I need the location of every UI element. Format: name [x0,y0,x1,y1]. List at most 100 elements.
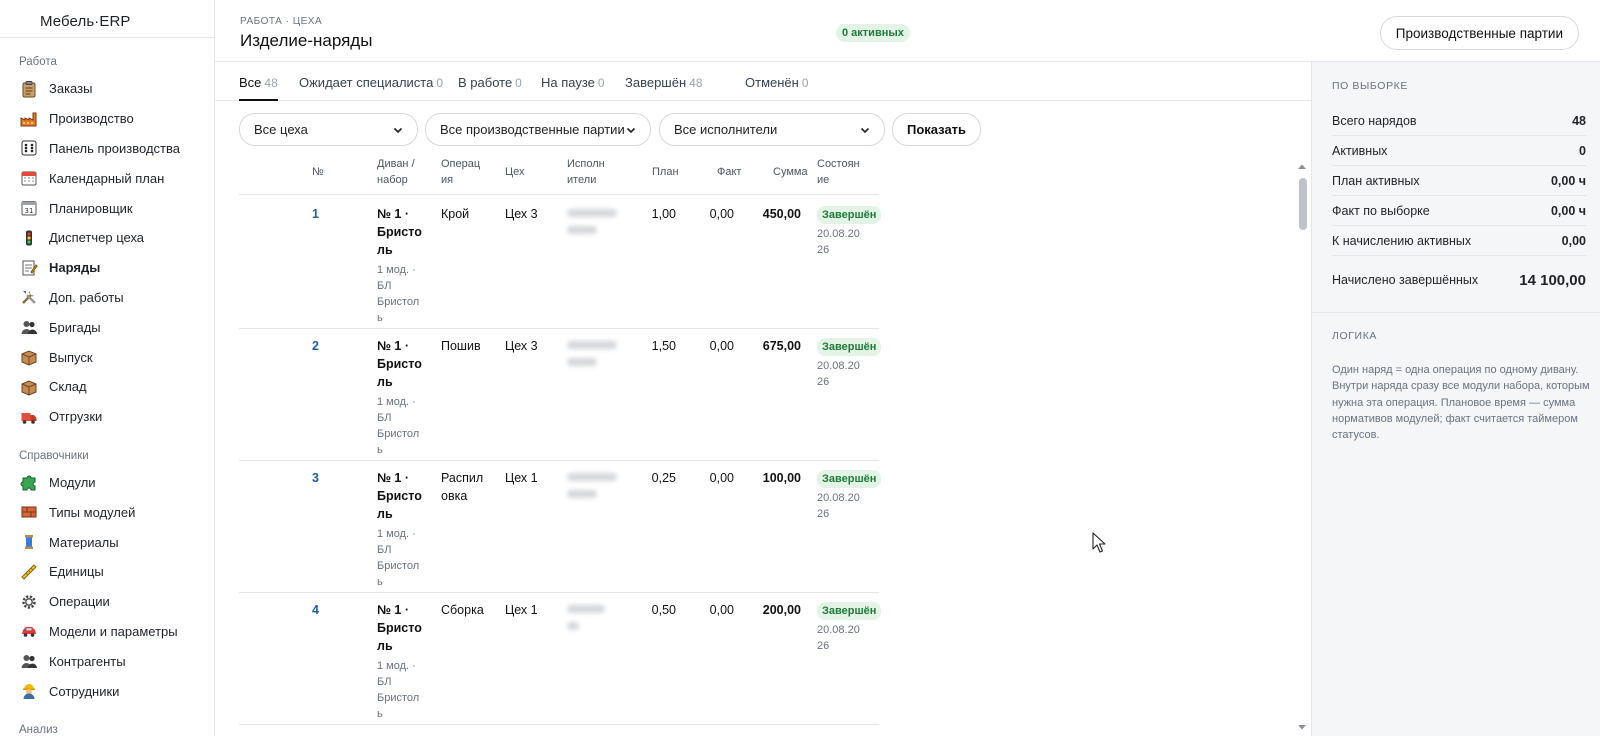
sidebar-item[interactable]: Диспетчер цеха [0,223,214,253]
sidebar-item[interactable]: 31 Планировщик [0,193,214,223]
chevron-down-icon [393,127,403,133]
sofa-cell: № 1 · Бристо ль 1 мод. · БЛ Бристол ь [377,205,427,326]
dice-grid-icon [21,140,37,156]
sidebar-item[interactable]: Панель производства [0,134,214,164]
executors-cell-blurred [567,337,629,375]
row-number-link[interactable]: 4 [312,601,319,619]
batch-filter-select[interactable]: Все производственные партии [425,113,651,146]
sidebar-item[interactable]: Календарный план [0,163,214,193]
shop-cell: Цех 3 [505,339,538,353]
sidebar-item[interactable]: Бригады [0,312,214,342]
executors-cell-blurred [567,205,629,243]
column-header[interactable]: Состоян ие [817,156,863,188]
app-brand[interactable]: Мебель·ERP [0,0,214,38]
sidebar-item[interactable]: Отгрузки [0,402,214,432]
sidebar-item[interactable]: Склад [0,372,214,402]
truck-icon [21,412,37,424]
row-number-link[interactable]: 2 [312,337,319,355]
scrollbar-thumb[interactable] [1299,178,1307,230]
summary-label: К начислению активных [1332,233,1472,248]
shop-filter-select[interactable]: Все цеха [239,113,418,146]
people-icon [19,651,39,671]
traffic-light-icon [26,230,32,246]
sofa-modules: 1 мод. · БЛ Бристол ь [377,528,420,588]
column-header[interactable]: Факт [717,164,741,180]
logic-text: Один наряд = одна операция по одному див… [1332,364,1590,442]
column-header[interactable]: Операц ия [441,156,485,188]
column-header[interactable]: Диван / набор [377,156,423,188]
table-row[interactable]: 3 № 1 · Бристо ль 1 мод. · БЛ Бристол ь Рас… [239,459,882,593]
summary-value: 0,00 ч [1550,173,1586,188]
show-button[interactable]: Показать [892,113,981,146]
sidebar-item[interactable]: Доп. работы [0,283,214,313]
sidebar-item-label: Модели и параметры [49,623,178,639]
summary-label: Активных [1332,143,1388,158]
executor-filter-select[interactable]: Все исполнители [659,113,885,146]
production-batches-button[interactable]: Производственные партии [1379,16,1579,50]
tab[interactable]: Отменён 0 [745,75,809,90]
sidebar-item[interactable]: Модели и параметры [0,617,214,647]
column-header[interactable]: № [312,164,324,180]
truck-icon [19,407,39,427]
sidebar-item-label: Склад [49,379,87,395]
tab[interactable]: Все 48 [239,75,278,101]
sofa-modules: 1 мод. · БЛ Бристол ь [377,396,420,456]
sofa-name: № 1 · Бристо ль [377,207,422,257]
clipboard-icon [22,80,36,98]
sidebar-item[interactable]: Операции [0,587,214,617]
sidebar-item-label: Контрагенты [49,653,126,669]
sum-cell: 200,00 [762,603,801,617]
active-count-badge: 0 активных [836,24,910,42]
table-row[interactable]: 1 № 1 · Бристо ль 1 мод. · БЛ Бристол ь Кро… [239,195,882,329]
panel-divider [1312,312,1600,313]
column-header[interactable]: План [652,164,679,180]
sidebar-item-label: Выпуск [49,349,93,365]
chevron-down-icon [626,127,636,133]
sidebar-item[interactable]: Единицы [0,557,214,587]
plan-cell: 0,50 [651,603,676,617]
row-number-link[interactable]: 1 [312,205,319,223]
calendar-31-icon: 31 [19,198,39,218]
column-header[interactable]: Исполн ители [567,156,611,188]
sidebar-item[interactable]: Типы модулей [0,497,214,527]
scroll-down-icon[interactable] [1297,722,1307,732]
table-row[interactable]: 2 № 1 · Бристо ль 1 мод. · БЛ Бристол ь Пош… [239,327,882,461]
people-icon [21,655,37,669]
tab-count: 0 [597,76,605,90]
puzzle-icon [19,472,39,492]
row-number-link[interactable]: 3 [312,469,319,487]
sidebar-item[interactable]: Производство [0,104,214,134]
column-header[interactable]: Сумма [773,164,808,180]
sidebar-item[interactable]: Наряды [0,253,214,283]
tab-label: Завершён [625,75,687,90]
scroll-up-icon[interactable] [1297,162,1307,172]
sidebar-item[interactable]: Материалы [0,527,214,557]
summary-label: План активных [1332,173,1420,188]
executors-cell-blurred [567,601,629,639]
status-badge: Завершён [817,206,882,224]
column-header[interactable]: Цех [505,164,525,180]
summary-row: Факт по выборке 0,00 ч [1332,196,1586,226]
shop-cell: Цех 3 [505,207,538,221]
summary-value: 0,00 [1561,233,1586,248]
calendar-icon [19,168,39,188]
tab[interactable]: Завершён 48 [625,75,703,90]
sidebar-item[interactable]: Сотрудники [0,676,214,706]
status-badge: Завершён [817,470,882,488]
sidebar-item[interactable]: Заказы [0,74,214,104]
sofa-name: № 1 · Бристо ль [377,603,422,653]
tab[interactable]: Ожидает специалиста 0 [299,75,443,90]
sidebar-item-label: Сотрудники [49,683,120,699]
sidebar-item[interactable]: Контрагенты [0,646,214,676]
tab-count: 0 [515,76,522,90]
sidebar-item-label: Доп. работы [49,289,124,305]
sidebar-item[interactable]: Выпуск [0,342,214,372]
tab-label: Ожидает специалиста [299,75,434,90]
tab[interactable]: В работе 0 [458,75,522,90]
redacted-text [567,358,597,366]
tab[interactable]: На паузе 0 [541,75,605,90]
table-row[interactable]: 4 № 1 · Бристо ль 1 мод. · БЛ Бристол ь Сбо… [239,591,882,725]
sidebar-item-label: Производство [49,111,134,127]
sidebar-item[interactable]: Модули [0,468,214,498]
dice-grid-icon [19,138,39,158]
